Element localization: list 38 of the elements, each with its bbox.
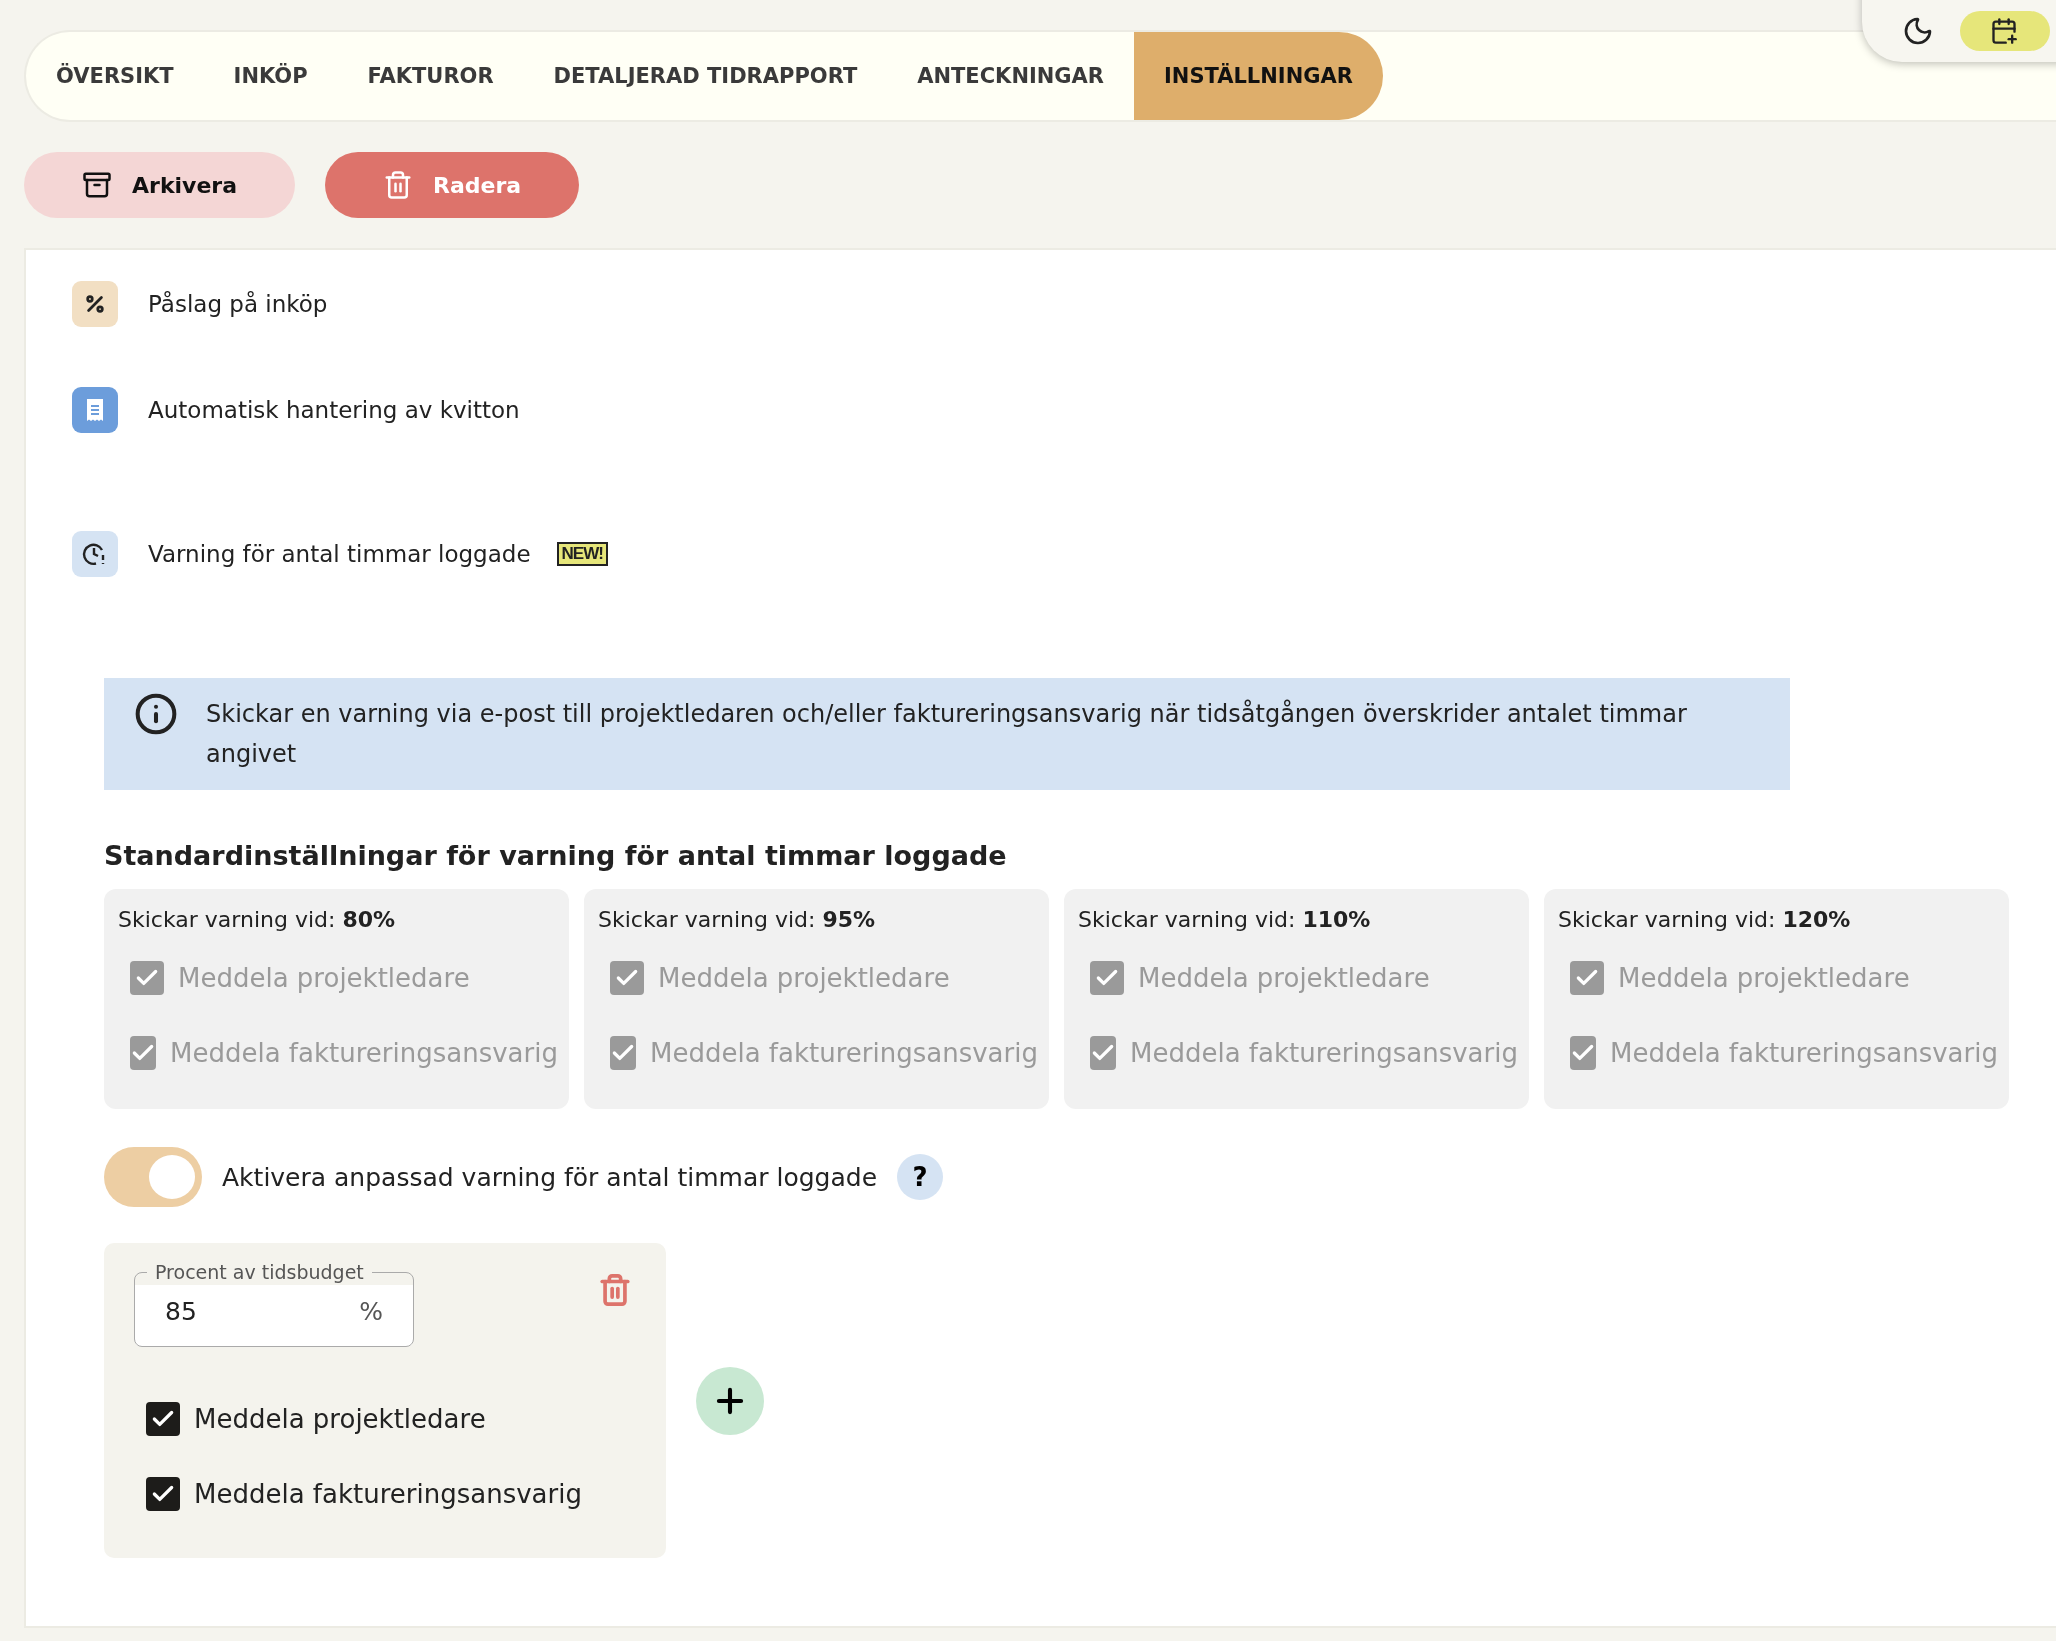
add-event-button[interactable] <box>1960 11 2050 51</box>
tab[interactable]: INKÖP <box>203 32 338 120</box>
delete-rule-button[interactable] <box>598 1273 632 1307</box>
tab[interactable]: INSTÄLLNINGAR <box>1134 32 1383 120</box>
threshold-title: Skickar varning vid: 120% <box>1558 907 1852 932</box>
threshold-title: Skickar varning vid: 95% <box>598 907 877 932</box>
receipt-icon <box>85 398 105 422</box>
threshold-title: Skickar varning vid: 110% <box>1078 907 1372 932</box>
field-label: Procent av tidsbudget <box>154 1261 365 1283</box>
info-text: Skickar en varning via e-post till projektledaren och/eller faktureringsansvarig när tidsåtgången överskrider antalet timmar angivet <box>206 698 1688 770</box>
unit-label: % <box>359 1297 383 1326</box>
moon-icon[interactable] <box>1902 15 1934 47</box>
new-badge: NEW! <box>556 542 608 566</box>
tab[interactable]: ANTECKNINGAR <box>887 32 1134 120</box>
setting-label[interactable]: Varning för antal timmar loggade <box>148 541 531 567</box>
checkbox[interactable] <box>146 1476 180 1511</box>
threshold-title: Skickar varning vid: 80% <box>118 907 397 932</box>
checkbox-option[interactable]: Meddela faktureringsansvarig <box>134 1456 636 1531</box>
tab[interactable]: FAKTUROR <box>337 32 524 120</box>
setting-label[interactable]: Automatisk hantering av kvitton <box>148 397 520 423</box>
tab[interactable]: ÖVERSIKT <box>26 32 204 120</box>
info-icon <box>134 692 178 736</box>
tab[interactable]: DETALJERAD TIDRAPPORT <box>523 32 888 120</box>
help-button[interactable]: ? <box>897 1154 944 1200</box>
calendar-plus-icon <box>1990 17 2018 45</box>
field-value: 85 <box>165 1297 197 1326</box>
toggle-switch[interactable] <box>104 1147 202 1207</box>
percent-input-field[interactable]: Procent av tidsbudget 85 % <box>134 1261 414 1347</box>
toggle-label: Aktivera anpassad varning för antal timmar loggade <box>222 1162 878 1192</box>
trash-icon <box>383 170 413 200</box>
archive-button[interactable]: Arkivera <box>24 152 295 218</box>
archive-icon <box>82 170 112 200</box>
section-heading: Standardinställningar för varning för antal timmar loggade <box>104 840 1008 871</box>
percent-icon <box>84 293 106 315</box>
checkbox[interactable] <box>146 1401 180 1436</box>
setting-label[interactable]: Påslag på inköp <box>148 291 328 317</box>
checkbox-option[interactable]: Meddela projektledare <box>134 1381 636 1456</box>
trash-icon <box>598 1273 632 1307</box>
